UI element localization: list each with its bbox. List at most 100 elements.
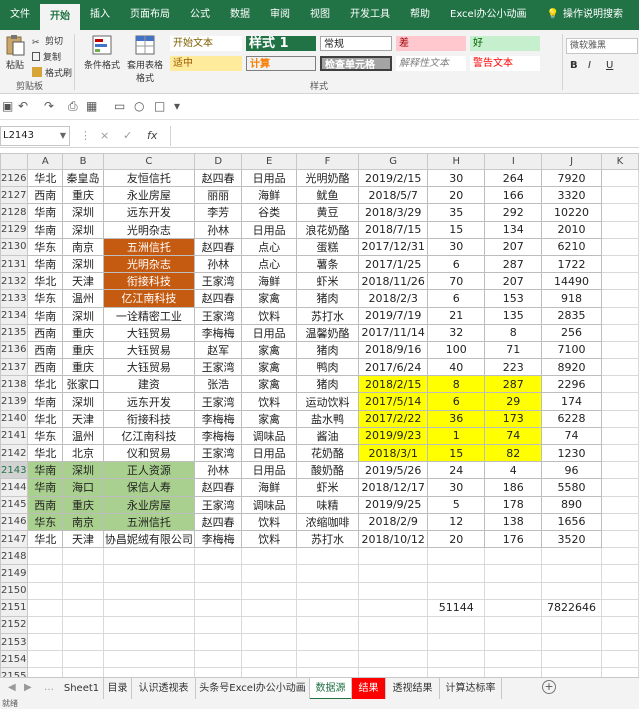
cell-A[interactable]	[27, 547, 64, 566]
cell-F[interactable]: 运动饮料	[295, 392, 360, 411]
cell-F[interactable]: 猪肉	[295, 289, 360, 308]
cell-E[interactable]: 海鲜	[241, 478, 297, 497]
cell-J[interactable]	[541, 633, 602, 652]
cut-button[interactable]: ✂ 剪切	[32, 34, 63, 48]
cell-C[interactable]: 远东开发	[102, 392, 195, 411]
cell-I[interactable]: 178	[484, 495, 543, 514]
cell-C[interactable]: 亿江南科技	[102, 426, 195, 446]
cell-K[interactable]	[600, 220, 639, 239]
cell-K[interactable]	[600, 168, 639, 188]
cell-J[interactable]: 6228	[541, 409, 602, 428]
ribbon-tab-1[interactable]: 开始	[40, 4, 80, 30]
next-sheet-icon[interactable]: ▶	[24, 682, 32, 693]
cell-C[interactable]	[102, 633, 195, 652]
cell-I[interactable]: 207	[484, 237, 543, 256]
cell-F[interactable]: 猪肉	[295, 375, 360, 394]
cell-B[interactable]	[62, 667, 104, 677]
cell-C[interactable]: 大钰贸易	[102, 323, 195, 342]
cell-H[interactable]: 1	[427, 426, 486, 446]
cell-J[interactable]: 74	[541, 426, 602, 446]
column-header-E[interactable]: E	[241, 153, 297, 170]
cell-J[interactable]	[541, 547, 602, 566]
cell-A[interactable]	[27, 633, 64, 652]
row-header[interactable]: 2129	[0, 220, 29, 239]
cell-G[interactable]: 2018/2/3	[358, 289, 429, 308]
cell-K[interactable]	[600, 186, 639, 205]
cell-C[interactable]: 永业房屋	[102, 186, 195, 205]
cell-E[interactable]: 日用品	[241, 220, 297, 239]
cell-F[interactable]: 味精	[295, 495, 360, 514]
cell-G[interactable]: 2017/12/31	[358, 237, 429, 256]
cell-C[interactable]: 五洲信托	[102, 512, 195, 531]
cell-C[interactable]: 远东开发	[102, 203, 195, 222]
cell-F[interactable]	[295, 615, 360, 635]
cell-G[interactable]: 2018/3/29	[358, 203, 429, 222]
cell-D[interactable]: 孙林	[193, 220, 243, 239]
cell-H[interactable]: 6	[427, 254, 486, 274]
cell-A[interactable]: 华北	[27, 168, 64, 188]
cell-B[interactable]: 深圳	[62, 254, 104, 274]
cell-A[interactable]: 西南	[27, 186, 64, 205]
cell-B[interactable]	[62, 547, 104, 566]
cell-E[interactable]	[241, 650, 297, 669]
cell-J[interactable]: 2010	[541, 220, 602, 239]
cell-H[interactable]: 15	[427, 220, 486, 239]
cell-I[interactable]: 82	[484, 443, 543, 463]
cell-B[interactable]: 张家口	[62, 375, 104, 394]
style-cell-good[interactable]: 好	[470, 36, 540, 51]
cell-B[interactable]	[62, 598, 104, 617]
cell-I[interactable]: 173	[484, 409, 543, 428]
cell-A[interactable]: 西南	[27, 495, 64, 514]
conditional-formatting-button[interactable]: 条件格式	[82, 32, 122, 71]
cell-K[interactable]	[600, 512, 639, 531]
cell-D[interactable]	[193, 650, 243, 669]
cell-I[interactable]: 287	[484, 375, 543, 394]
cell-I[interactable]: 186	[484, 478, 543, 497]
column-header-H[interactable]: H	[427, 153, 486, 170]
cell-A[interactable]: 华北	[27, 443, 64, 463]
cell-F[interactable]: 虾米	[295, 272, 360, 291]
cell-K[interactable]	[600, 203, 639, 222]
cell-C[interactable]: 衔接科技	[102, 272, 195, 291]
italic-button[interactable]: I	[588, 60, 591, 71]
cell-F[interactable]: 猪肉	[295, 340, 360, 360]
cell-D[interactable]: 王家湾	[193, 443, 243, 463]
cell-J[interactable]: 918	[541, 289, 602, 308]
cell-H[interactable]	[427, 650, 486, 669]
cell-A[interactable]: 华南	[27, 478, 64, 497]
cell-K[interactable]	[600, 237, 639, 256]
cell-G[interactable]: 2017/5/14	[358, 392, 429, 411]
cell-A[interactable]	[27, 598, 64, 617]
format-painter-button[interactable]: 格式刷	[32, 66, 72, 79]
cell-C[interactable]: 大钰贸易	[102, 358, 195, 377]
ribbon-tab-4[interactable]: 公式	[180, 0, 220, 30]
row-header[interactable]: 2150	[0, 581, 29, 600]
cell-I[interactable]: 292	[484, 203, 543, 222]
cell-D[interactable]	[193, 615, 243, 635]
cell-B[interactable]: 深圳	[62, 392, 104, 411]
select-all-corner[interactable]	[0, 153, 29, 170]
cell-D[interactable]: 王家湾	[193, 358, 243, 377]
cell-E[interactable]: 日用品	[241, 168, 297, 188]
row-header[interactable]: 2155	[0, 667, 29, 677]
row-header[interactable]: 2128	[0, 203, 29, 222]
cell-D[interactable]: 李梅梅	[193, 426, 243, 446]
cell-I[interactable]	[484, 581, 543, 600]
redo-icon[interactable]: ↷	[44, 99, 54, 113]
cell-E[interactable]	[241, 564, 297, 583]
cell-D[interactable]: 张浩	[193, 375, 243, 394]
cell-J[interactable]: 10220	[541, 203, 602, 222]
cell-G[interactable]	[358, 598, 429, 617]
cell-B[interactable]: 重庆	[62, 323, 104, 342]
cell-J[interactable]: 3320	[541, 186, 602, 205]
cell-B[interactable]: 深圳	[62, 220, 104, 239]
cell-E[interactable]: 调味品	[241, 495, 297, 514]
cell-I[interactable]: 134	[484, 220, 543, 239]
cell-F[interactable]: 酸奶酪	[295, 461, 360, 480]
cell-I[interactable]	[484, 667, 543, 677]
cell-C[interactable]	[102, 598, 195, 617]
underline-button[interactable]: U	[606, 60, 613, 71]
row-header[interactable]: 2145	[0, 495, 29, 514]
cell-D[interactable]: 李梅梅	[193, 323, 243, 342]
column-header-I[interactable]: I	[484, 153, 543, 170]
